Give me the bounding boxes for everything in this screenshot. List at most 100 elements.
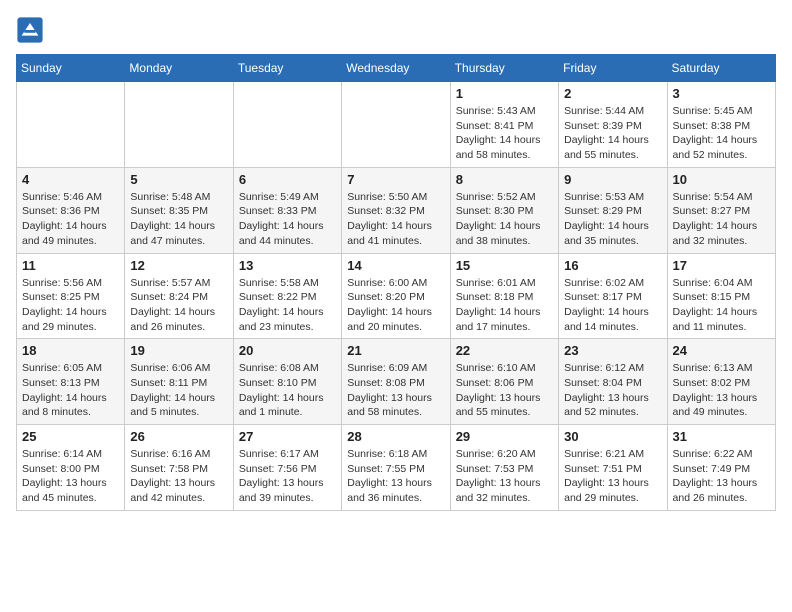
- day-number: 18: [22, 343, 119, 358]
- day-number: 19: [130, 343, 227, 358]
- day-info: Sunrise: 6:06 AM Sunset: 8:11 PM Dayligh…: [130, 361, 227, 420]
- calendar-cell: [342, 82, 450, 168]
- day-number: 30: [564, 429, 661, 444]
- day-number: 31: [673, 429, 770, 444]
- day-number: 29: [456, 429, 553, 444]
- calendar-cell: 23 Sunrise: 6:12 AM Sunset: 8:04 PM Dayli…: [559, 339, 667, 425]
- day-info: Sunrise: 6:00 AM Sunset: 8:20 PM Dayligh…: [347, 276, 444, 335]
- day-info: Sunrise: 6:04 AM Sunset: 8:15 PM Dayligh…: [673, 276, 770, 335]
- day-info: Sunrise: 6:05 AM Sunset: 8:13 PM Dayligh…: [22, 361, 119, 420]
- weekday-header-sunday: Sunday: [17, 55, 125, 82]
- calendar-cell: 7Sunrise: 5:50 AM Sunset: 8:32 PM Daylig…: [342, 167, 450, 253]
- calendar-week-3: 11 Sunrise: 5:56 AM Sunset: 8:25 PM Dayli…: [17, 253, 776, 339]
- day-info: Sunrise: 6:10 AM Sunset: 8:06 PM Dayligh…: [456, 361, 553, 420]
- day-number: 6: [239, 172, 336, 187]
- day-number: 13: [239, 258, 336, 273]
- day-info: Sunrise: 5:58 AM Sunset: 8:22 PM Dayligh…: [239, 276, 336, 335]
- calendar-cell: 21 Sunrise: 6:09 AM Sunset: 8:08 PM Dayli…: [342, 339, 450, 425]
- day-number: 4: [22, 172, 119, 187]
- calendar-cell: 20 Sunrise: 6:08 AM Sunset: 8:10 PM Dayli…: [233, 339, 341, 425]
- day-number: 10: [673, 172, 770, 187]
- day-info: Sunrise: 6:16 AM Sunset: 7:58 PM Dayligh…: [130, 447, 227, 506]
- calendar-cell: 19 Sunrise: 6:06 AM Sunset: 8:11 PM Dayli…: [125, 339, 233, 425]
- weekday-header-wednesday: Wednesday: [342, 55, 450, 82]
- calendar-cell: 24Sunrise: 6:13 AM Sunset: 8:02 PM Dayli…: [667, 339, 775, 425]
- day-number: 28: [347, 429, 444, 444]
- day-number: 15: [456, 258, 553, 273]
- day-info: Sunrise: 5:57 AM Sunset: 8:24 PM Dayligh…: [130, 276, 227, 335]
- day-info: Sunrise: 5:49 AM Sunset: 8:33 PM Dayligh…: [239, 190, 336, 249]
- calendar-cell: [125, 82, 233, 168]
- weekday-header-friday: Friday: [559, 55, 667, 82]
- day-info: Sunrise: 5:44 AM Sunset: 8:39 PM Dayligh…: [564, 104, 661, 163]
- calendar-cell: 31 Sunrise: 6:22 AM Sunset: 7:49 PM Dayli…: [667, 425, 775, 511]
- day-number: 2: [564, 86, 661, 101]
- day-number: 12: [130, 258, 227, 273]
- day-number: 21: [347, 343, 444, 358]
- calendar-cell: 3Sunrise: 5:45 AM Sunset: 8:38 PM Daylig…: [667, 82, 775, 168]
- weekday-row: SundayMondayTuesdayWednesdayThursdayFrid…: [17, 55, 776, 82]
- calendar-cell: 5Sunrise: 5:48 AM Sunset: 8:35 PM Daylig…: [125, 167, 233, 253]
- day-number: 20: [239, 343, 336, 358]
- calendar-week-2: 4Sunrise: 5:46 AM Sunset: 8:36 PM Daylig…: [17, 167, 776, 253]
- day-info: Sunrise: 6:09 AM Sunset: 8:08 PM Dayligh…: [347, 361, 444, 420]
- weekday-header-thursday: Thursday: [450, 55, 558, 82]
- calendar-cell: 13 Sunrise: 5:58 AM Sunset: 8:22 PM Dayli…: [233, 253, 341, 339]
- day-number: 26: [130, 429, 227, 444]
- calendar-header: SundayMondayTuesdayWednesdayThursdayFrid…: [17, 55, 776, 82]
- calendar-cell: 16 Sunrise: 6:02 AM Sunset: 8:17 PM Dayli…: [559, 253, 667, 339]
- calendar-cell: 14 Sunrise: 6:00 AM Sunset: 8:20 PM Dayli…: [342, 253, 450, 339]
- page-header: [16, 16, 776, 44]
- calendar-cell: 17 Sunrise: 6:04 AM Sunset: 8:15 PM Dayli…: [667, 253, 775, 339]
- calendar-cell: 1Sunrise: 5:43 AM Sunset: 8:41 PM Daylig…: [450, 82, 558, 168]
- day-info: Sunrise: 6:01 AM Sunset: 8:18 PM Dayligh…: [456, 276, 553, 335]
- day-number: 7: [347, 172, 444, 187]
- calendar-cell: 28 Sunrise: 6:18 AM Sunset: 7:55 PM Dayli…: [342, 425, 450, 511]
- day-info: Sunrise: 5:52 AM Sunset: 8:30 PM Dayligh…: [456, 190, 553, 249]
- calendar-cell: 4Sunrise: 5:46 AM Sunset: 8:36 PM Daylig…: [17, 167, 125, 253]
- day-number: 9: [564, 172, 661, 187]
- day-number: 8: [456, 172, 553, 187]
- day-number: 11: [22, 258, 119, 273]
- day-info: Sunrise: 5:48 AM Sunset: 8:35 PM Dayligh…: [130, 190, 227, 249]
- calendar-cell: 10 Sunrise: 5:54 AM Sunset: 8:27 PM Dayli…: [667, 167, 775, 253]
- day-info: Sunrise: 6:18 AM Sunset: 7:55 PM Dayligh…: [347, 447, 444, 506]
- calendar-cell: 12 Sunrise: 5:57 AM Sunset: 8:24 PM Dayli…: [125, 253, 233, 339]
- calendar-cell: 8 Sunrise: 5:52 AM Sunset: 8:30 PM Daylig…: [450, 167, 558, 253]
- day-info: Sunrise: 6:08 AM Sunset: 8:10 PM Dayligh…: [239, 361, 336, 420]
- day-info: Sunrise: 6:02 AM Sunset: 8:17 PM Dayligh…: [564, 276, 661, 335]
- day-info: Sunrise: 6:14 AM Sunset: 8:00 PM Dayligh…: [22, 447, 119, 506]
- day-number: 14: [347, 258, 444, 273]
- weekday-header-saturday: Saturday: [667, 55, 775, 82]
- calendar-cell: 27Sunrise: 6:17 AM Sunset: 7:56 PM Dayli…: [233, 425, 341, 511]
- day-info: Sunrise: 6:17 AM Sunset: 7:56 PM Dayligh…: [239, 447, 336, 506]
- calendar-week-5: 25 Sunrise: 6:14 AM Sunset: 8:00 PM Dayli…: [17, 425, 776, 511]
- day-number: 16: [564, 258, 661, 273]
- day-number: 17: [673, 258, 770, 273]
- calendar-week-1: 1Sunrise: 5:43 AM Sunset: 8:41 PM Daylig…: [17, 82, 776, 168]
- calendar-cell: 9 Sunrise: 5:53 AM Sunset: 8:29 PM Daylig…: [559, 167, 667, 253]
- calendar-cell: 15 Sunrise: 6:01 AM Sunset: 8:18 PM Dayli…: [450, 253, 558, 339]
- calendar-cell: 29Sunrise: 6:20 AM Sunset: 7:53 PM Dayli…: [450, 425, 558, 511]
- calendar-cell: 18 Sunrise: 6:05 AM Sunset: 8:13 PM Dayli…: [17, 339, 125, 425]
- day-number: 25: [22, 429, 119, 444]
- calendar-cell: 11 Sunrise: 5:56 AM Sunset: 8:25 PM Dayli…: [17, 253, 125, 339]
- calendar-cell: 22 Sunrise: 6:10 AM Sunset: 8:06 PM Dayli…: [450, 339, 558, 425]
- day-number: 22: [456, 343, 553, 358]
- calendar-cell: 26 Sunrise: 6:16 AM Sunset: 7:58 PM Dayli…: [125, 425, 233, 511]
- day-info: Sunrise: 5:56 AM Sunset: 8:25 PM Dayligh…: [22, 276, 119, 335]
- day-info: Sunrise: 6:22 AM Sunset: 7:49 PM Dayligh…: [673, 447, 770, 506]
- day-info: Sunrise: 5:54 AM Sunset: 8:27 PM Dayligh…: [673, 190, 770, 249]
- logo: [16, 16, 48, 44]
- day-number: 23: [564, 343, 661, 358]
- calendar-table: SundayMondayTuesdayWednesdayThursdayFrid…: [16, 54, 776, 511]
- weekday-header-monday: Monday: [125, 55, 233, 82]
- logo-icon: [16, 16, 44, 44]
- calendar-cell: 6 Sunrise: 5:49 AM Sunset: 8:33 PM Daylig…: [233, 167, 341, 253]
- day-info: Sunrise: 6:12 AM Sunset: 8:04 PM Dayligh…: [564, 361, 661, 420]
- calendar-cell: 2 Sunrise: 5:44 AM Sunset: 8:39 PM Daylig…: [559, 82, 667, 168]
- calendar-cell: [17, 82, 125, 168]
- calendar-cell: [233, 82, 341, 168]
- day-info: Sunrise: 5:43 AM Sunset: 8:41 PM Dayligh…: [456, 104, 553, 163]
- day-info: Sunrise: 5:53 AM Sunset: 8:29 PM Dayligh…: [564, 190, 661, 249]
